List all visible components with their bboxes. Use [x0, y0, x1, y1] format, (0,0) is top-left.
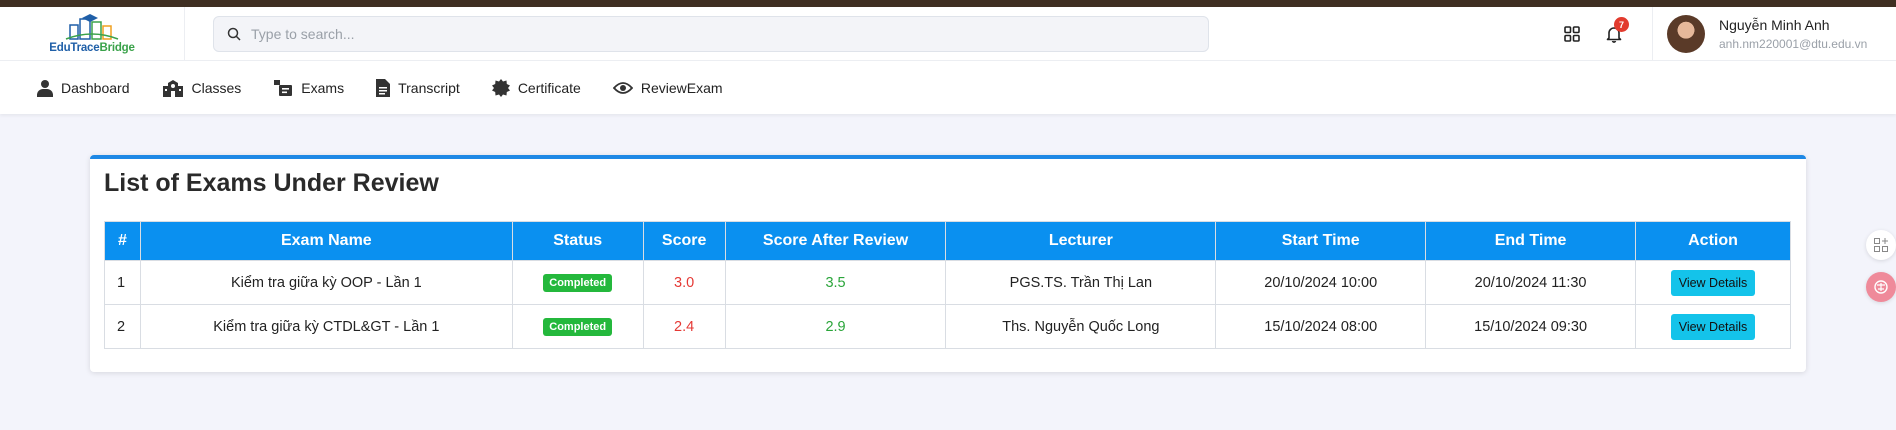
nav-item-reviewexam[interactable]: ReviewExam	[612, 79, 723, 96]
user-name: Nguyễn Minh Anh	[1719, 17, 1830, 33]
eye-icon	[612, 81, 633, 94]
apps-grid-icon	[1564, 26, 1580, 42]
row-index: 1	[104, 260, 141, 305]
column-header-start-time: Start Time	[1215, 221, 1427, 261]
add-widget-icon	[1874, 238, 1888, 252]
exam-name: Kiểm tra giữa kỳ OOP - Lần 1	[139, 260, 513, 305]
row-index: 2	[104, 304, 141, 349]
column-header-status: Status	[511, 221, 644, 261]
page-title: List of Exams Under Review	[104, 169, 439, 197]
table-row: 1 Kiểm tra giữa kỳ OOP - Lần 1 Completed…	[104, 260, 1791, 305]
status-cell: Completed	[511, 260, 644, 305]
column-header-action: Action	[1635, 221, 1791, 261]
avatar	[1667, 15, 1705, 53]
end-time: 20/10/2024 11:30	[1425, 260, 1637, 305]
main-nav: Dashboard Classes Exams Transcript Certi…	[0, 61, 1896, 114]
lecturer: Ths. Nguyễn Quốc Long	[945, 304, 1217, 349]
nav-item-certificate[interactable]: Certificate	[491, 78, 581, 97]
column-header-score: Score	[642, 221, 726, 261]
floating-tools	[1866, 230, 1896, 314]
start-time: 15/10/2024 08:00	[1215, 304, 1427, 349]
status-badge: Completed	[543, 317, 613, 336]
score: 2.4	[642, 304, 726, 349]
logo-buildings-icon	[65, 14, 119, 40]
review-exam-table: # Exam Name Status Score Score After Rev…	[104, 221, 1791, 349]
table-header-row: # Exam Name Status Score Score After Rev…	[104, 221, 1791, 261]
header: EduTraceBridge 7 Nguyễn Minh Anh anh.nm2…	[0, 6, 1896, 61]
status-cell: Completed	[511, 304, 644, 349]
brand-name: EduTraceBridge	[49, 42, 135, 54]
score-after-review: 2.9	[724, 304, 947, 349]
nav-item-dashboard[interactable]: Dashboard	[37, 79, 130, 97]
column-header-exam-name: Exam Name	[139, 221, 513, 261]
view-details-button[interactable]: View Details	[1670, 269, 1756, 296]
review-list-card: List of Exams Under Review # Exam Name S…	[90, 155, 1806, 372]
search-icon	[227, 27, 241, 41]
certificate-icon	[491, 78, 510, 97]
nav-item-label: Certificate	[517, 79, 581, 96]
view-details-button[interactable]: View Details	[1670, 313, 1756, 340]
brand-name-part2: Bridge	[99, 42, 135, 54]
brand-logo[interactable]: EduTraceBridge	[0, 6, 185, 61]
nav-item-exams[interactable]: Exams	[273, 79, 344, 97]
user-info: Nguyễn Minh Anh anh.nm220001@dtu.edu.vn	[1719, 17, 1867, 51]
user-menu[interactable]: Nguyễn Minh Anh anh.nm220001@dtu.edu.vn	[1652, 7, 1896, 61]
end-time: 15/10/2024 09:30	[1425, 304, 1637, 349]
action-cell: View Details	[1635, 304, 1791, 349]
action-cell: View Details	[1635, 260, 1791, 305]
nav-item-label: Transcript	[398, 79, 460, 96]
search-bar[interactable]	[213, 16, 1209, 52]
notification-badge: 7	[1614, 17, 1629, 32]
lecturer: PGS.TS. Trần Thị Lan	[945, 260, 1217, 305]
apps-grid-button[interactable]	[1559, 21, 1585, 47]
user-email: anh.nm220001@dtu.edu.vn	[1719, 37, 1868, 51]
exam-name: Kiểm tra giữa kỳ CTDL&GT - Lần 1	[139, 304, 513, 349]
brand-name-part1: EduTrace	[49, 42, 100, 54]
school-icon	[162, 79, 183, 97]
column-header-lecturer: Lecturer	[945, 221, 1217, 261]
column-header-index: #	[104, 221, 141, 261]
column-header-end-time: End Time	[1425, 221, 1637, 261]
user-icon	[37, 79, 53, 97]
nav-item-label: ReviewExam	[640, 79, 723, 96]
score: 3.0	[642, 260, 726, 305]
top-strip	[0, 0, 1896, 7]
score-after-review: 3.5	[724, 260, 947, 305]
column-header-score-after-review: Score After Review	[724, 221, 947, 261]
exam-icon	[274, 79, 293, 96]
nav-item-label: Dashboard	[61, 79, 130, 96]
nav-item-label: Exams	[301, 79, 345, 96]
status-badge: Completed	[543, 273, 613, 292]
document-icon	[376, 78, 391, 97]
notifications-button[interactable]: 7	[1601, 17, 1629, 47]
nav-item-label: Classes	[191, 79, 242, 96]
start-time: 20/10/2024 10:00	[1215, 260, 1427, 305]
search-input[interactable]	[251, 26, 1151, 42]
nav-item-transcript[interactable]: Transcript	[376, 78, 460, 97]
translate-icon	[1874, 280, 1888, 294]
add-widget-button[interactable]	[1866, 230, 1896, 260]
table-row: 2 Kiểm tra giữa kỳ CTDL&GT - Lần 1 Compl…	[104, 304, 1791, 349]
translate-button[interactable]	[1866, 272, 1896, 302]
nav-item-classes[interactable]: Classes	[162, 79, 242, 97]
